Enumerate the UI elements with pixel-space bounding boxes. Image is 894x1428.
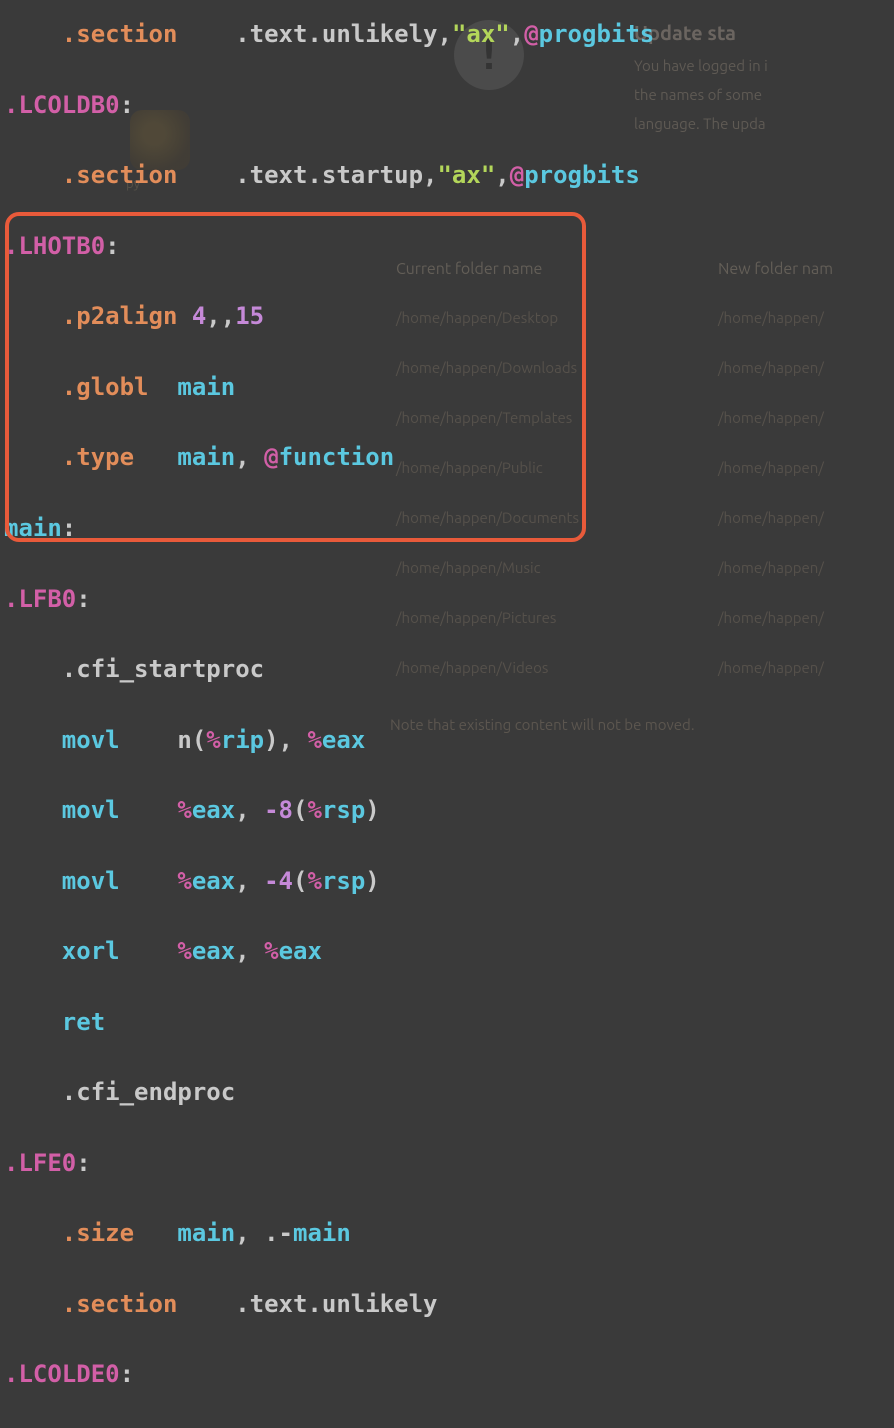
code-line: .LCOLDE0: — [4, 1357, 654, 1392]
notif-body-2: the names of some — [634, 84, 894, 105]
code-line: main: — [4, 511, 654, 546]
code-line: .LFE0: — [4, 1146, 654, 1181]
code-line: .LCOLDB0: — [4, 88, 654, 123]
notif-body-1: You have logged in i — [634, 55, 894, 76]
code-line: xorl %eax, %eax — [4, 934, 654, 969]
code-line: .type main, @function — [4, 440, 654, 475]
code-line: .section .text.unlikely — [4, 1287, 654, 1322]
code-line: .cfi_endproc — [4, 1075, 654, 1110]
code-line: .section .text.unlikely,"ax",@progbits — [4, 17, 654, 52]
code-line: .LHOTB0: — [4, 229, 654, 264]
update-notification: Update sta You have logged in i the name… — [634, 0, 894, 134]
code-line: movl %eax, -4(%rsp) — [4, 864, 654, 899]
code-line: movl %eax, -8(%rsp) — [4, 793, 654, 828]
notif-body-3: language. The upda — [634, 113, 894, 134]
code-line: .section .text.startup,"ax",@progbits — [4, 158, 654, 193]
col-new: New folder nam — [714, 252, 837, 292]
notif-title: Update sta — [634, 18, 894, 47]
code-line: .p2align 4,,15 — [4, 299, 654, 334]
code-line: ret — [4, 1005, 654, 1040]
assembly-code-view[interactable]: .section .text.unlikely,"ax",@progbits .… — [4, 0, 654, 1428]
code-line: .globl main — [4, 370, 654, 405]
code-line: .cfi_startproc — [4, 652, 654, 687]
code-line: movl n(%rip), %eax — [4, 723, 654, 758]
code-line: .LFB0: — [4, 582, 654, 617]
code-line: .size main, .-main — [4, 1216, 654, 1251]
